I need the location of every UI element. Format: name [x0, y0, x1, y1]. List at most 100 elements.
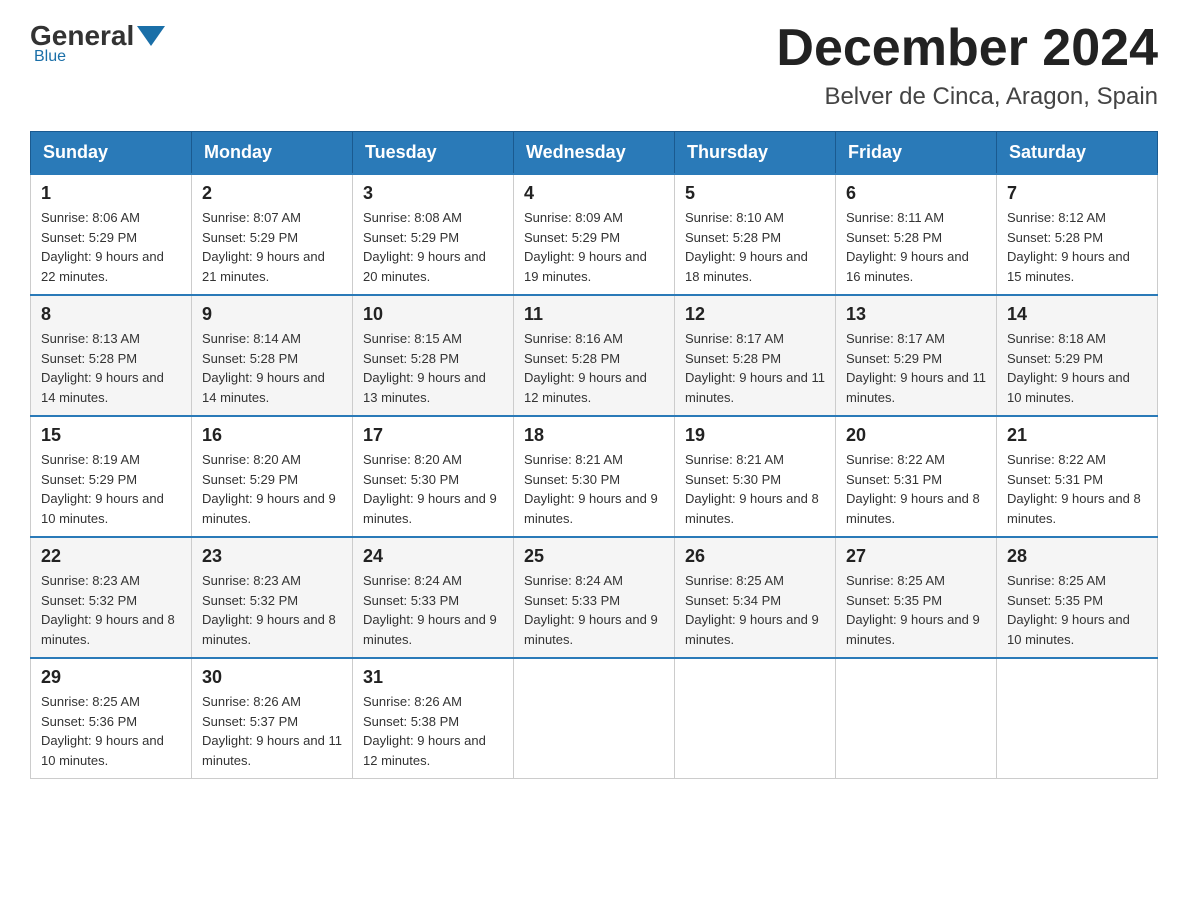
day-info: Sunrise: 8:18 AMSunset: 5:29 PMDaylight:…: [1007, 329, 1147, 407]
day-info: Sunrise: 8:16 AMSunset: 5:28 PMDaylight:…: [524, 329, 664, 407]
calendar-cell: 11 Sunrise: 8:16 AMSunset: 5:28 PMDayligh…: [514, 295, 675, 416]
day-info: Sunrise: 8:23 AMSunset: 5:32 PMDaylight:…: [202, 571, 342, 649]
col-monday: Monday: [192, 132, 353, 175]
calendar-cell: 28Sunrise: 8:25 AMSunset: 5:35 PMDayligh…: [997, 537, 1158, 658]
calendar-cell: 1 Sunrise: 8:06 AMSunset: 5:29 PMDaylight…: [31, 174, 192, 295]
calendar-cell: 20Sunrise: 8:22 AMSunset: 5:31 PMDayligh…: [836, 416, 997, 537]
page-header: General Blue December 2024 Belver de Cin…: [30, 20, 1158, 111]
day-number: 24: [363, 546, 503, 567]
calendar-cell: 5Sunrise: 8:10 AMSunset: 5:28 PMDaylight…: [675, 174, 836, 295]
calendar-cell: [675, 658, 836, 779]
day-number: 12: [685, 304, 825, 325]
calendar-cell: 15 Sunrise: 8:19 AMSunset: 5:29 PMDayligh…: [31, 416, 192, 537]
week-row-5: 29 Sunrise: 8:25 AMSunset: 5:36 PMDayligh…: [31, 658, 1158, 779]
location-title: Belver de Cinca, Aragon, Spain: [776, 83, 1158, 111]
col-friday: Friday: [836, 132, 997, 175]
day-number: 21: [1007, 425, 1147, 446]
col-tuesday: Tuesday: [353, 132, 514, 175]
logo: General Blue: [30, 20, 168, 66]
day-number: 1: [41, 183, 181, 204]
calendar-cell: 10 Sunrise: 8:15 AMSunset: 5:28 PMDayligh…: [353, 295, 514, 416]
day-number: 22: [41, 546, 181, 567]
calendar-cell: 6Sunrise: 8:11 AMSunset: 5:28 PMDaylight…: [836, 174, 997, 295]
calendar-table: Sunday Monday Tuesday Wednesday Thursday…: [30, 131, 1158, 779]
calendar-cell: 2 Sunrise: 8:07 AMSunset: 5:29 PMDaylight…: [192, 174, 353, 295]
day-info: Sunrise: 8:10 AMSunset: 5:28 PMDaylight:…: [685, 208, 825, 286]
calendar-cell: 21 Sunrise: 8:22 AMSunset: 5:31 PMDayligh…: [997, 416, 1158, 537]
calendar-cell: 7 Sunrise: 8:12 AMSunset: 5:28 PMDaylight…: [997, 174, 1158, 295]
day-number: 6: [846, 183, 986, 204]
week-row-3: 15 Sunrise: 8:19 AMSunset: 5:29 PMDayligh…: [31, 416, 1158, 537]
day-info: Sunrise: 8:09 AMSunset: 5:29 PMDaylight:…: [524, 208, 664, 286]
day-info: Sunrise: 8:25 AMSunset: 5:34 PMDaylight:…: [685, 571, 825, 649]
calendar-header-row: Sunday Monday Tuesday Wednesday Thursday…: [31, 132, 1158, 175]
day-number: 13: [846, 304, 986, 325]
day-number: 11: [524, 304, 664, 325]
day-number: 14: [1007, 304, 1147, 325]
day-number: 7: [1007, 183, 1147, 204]
col-sunday: Sunday: [31, 132, 192, 175]
calendar-cell: [514, 658, 675, 779]
day-info: Sunrise: 8:15 AMSunset: 5:28 PMDaylight:…: [363, 329, 503, 407]
day-number: 4: [524, 183, 664, 204]
calendar-cell: 27Sunrise: 8:25 AMSunset: 5:35 PMDayligh…: [836, 537, 997, 658]
day-info: Sunrise: 8:26 AMSunset: 5:38 PMDaylight:…: [363, 692, 503, 770]
day-info: Sunrise: 8:24 AMSunset: 5:33 PMDaylight:…: [363, 571, 503, 649]
day-number: 18: [524, 425, 664, 446]
day-info: Sunrise: 8:25 AMSunset: 5:35 PMDaylight:…: [846, 571, 986, 649]
calendar-cell: 18 Sunrise: 8:21 AMSunset: 5:30 PMDayligh…: [514, 416, 675, 537]
day-info: Sunrise: 8:17 AMSunset: 5:29 PMDaylight:…: [846, 329, 986, 407]
day-number: 26: [685, 546, 825, 567]
day-number: 25: [524, 546, 664, 567]
calendar-cell: 22Sunrise: 8:23 AMSunset: 5:32 PMDayligh…: [31, 537, 192, 658]
calendar-cell: 14 Sunrise: 8:18 AMSunset: 5:29 PMDayligh…: [997, 295, 1158, 416]
calendar-cell: 12 Sunrise: 8:17 AMSunset: 5:28 PMDayligh…: [675, 295, 836, 416]
day-info: Sunrise: 8:12 AMSunset: 5:28 PMDaylight:…: [1007, 208, 1147, 286]
calendar-cell: 23 Sunrise: 8:23 AMSunset: 5:32 PMDayligh…: [192, 537, 353, 658]
day-number: 19: [685, 425, 825, 446]
calendar-cell: [997, 658, 1158, 779]
day-info: Sunrise: 8:22 AMSunset: 5:31 PMDaylight:…: [1007, 450, 1147, 528]
calendar-cell: 9 Sunrise: 8:14 AMSunset: 5:28 PMDaylight…: [192, 295, 353, 416]
day-info: Sunrise: 8:21 AMSunset: 5:30 PMDaylight:…: [524, 450, 664, 528]
calendar-cell: [836, 658, 997, 779]
day-number: 15: [41, 425, 181, 446]
week-row-4: 22 Sunrise: 8:23 AMSunset: 5:32 PMDayligh…: [31, 537, 1158, 658]
day-number: 31: [363, 667, 503, 688]
calendar-cell: 3 Sunrise: 8:08 AMSunset: 5:29 PMDaylight…: [353, 174, 514, 295]
day-info: Sunrise: 8:07 AMSunset: 5:29 PMDaylight:…: [202, 208, 342, 286]
calendar-cell: 24 Sunrise: 8:24 AMSunset: 5:33 PMDayligh…: [353, 537, 514, 658]
logo-blue-text: Blue: [34, 48, 66, 66]
day-info: Sunrise: 8:17 AMSunset: 5:28 PMDaylight:…: [685, 329, 825, 407]
calendar-cell: 30Sunrise: 8:26 AMSunset: 5:37 PMDayligh…: [192, 658, 353, 779]
calendar-cell: 31 Sunrise: 8:26 AMSunset: 5:38 PMDayligh…: [353, 658, 514, 779]
day-number: 2: [202, 183, 342, 204]
day-number: 17: [363, 425, 503, 446]
day-info: Sunrise: 8:06 AMSunset: 5:29 PMDaylight:…: [41, 208, 181, 286]
col-saturday: Saturday: [997, 132, 1158, 175]
calendar-cell: 26 Sunrise: 8:25 AMSunset: 5:34 PMDayligh…: [675, 537, 836, 658]
day-info: Sunrise: 8:13 AMSunset: 5:28 PMDaylight:…: [41, 329, 181, 407]
calendar-cell: 19Sunrise: 8:21 AMSunset: 5:30 PMDayligh…: [675, 416, 836, 537]
day-number: 10: [363, 304, 503, 325]
day-number: 9: [202, 304, 342, 325]
day-number: 29: [41, 667, 181, 688]
day-info: Sunrise: 8:22 AMSunset: 5:31 PMDaylight:…: [846, 450, 986, 528]
day-info: Sunrise: 8:08 AMSunset: 5:29 PMDaylight:…: [363, 208, 503, 286]
col-thursday: Thursday: [675, 132, 836, 175]
day-number: 8: [41, 304, 181, 325]
day-info: Sunrise: 8:19 AMSunset: 5:29 PMDaylight:…: [41, 450, 181, 528]
day-number: 23: [202, 546, 342, 567]
day-info: Sunrise: 8:24 AMSunset: 5:33 PMDaylight:…: [524, 571, 664, 649]
week-row-2: 8 Sunrise: 8:13 AMSunset: 5:28 PMDaylight…: [31, 295, 1158, 416]
calendar-cell: 16Sunrise: 8:20 AMSunset: 5:29 PMDayligh…: [192, 416, 353, 537]
calendar-cell: 25 Sunrise: 8:24 AMSunset: 5:33 PMDayligh…: [514, 537, 675, 658]
calendar-cell: 8 Sunrise: 8:13 AMSunset: 5:28 PMDaylight…: [31, 295, 192, 416]
day-info: Sunrise: 8:14 AMSunset: 5:28 PMDaylight:…: [202, 329, 342, 407]
col-wednesday: Wednesday: [514, 132, 675, 175]
day-number: 3: [363, 183, 503, 204]
day-info: Sunrise: 8:26 AMSunset: 5:37 PMDaylight:…: [202, 692, 342, 770]
calendar-cell: 13 Sunrise: 8:17 AMSunset: 5:29 PMDayligh…: [836, 295, 997, 416]
day-info: Sunrise: 8:25 AMSunset: 5:36 PMDaylight:…: [41, 692, 181, 770]
logo-triangle-icon: [137, 26, 165, 46]
